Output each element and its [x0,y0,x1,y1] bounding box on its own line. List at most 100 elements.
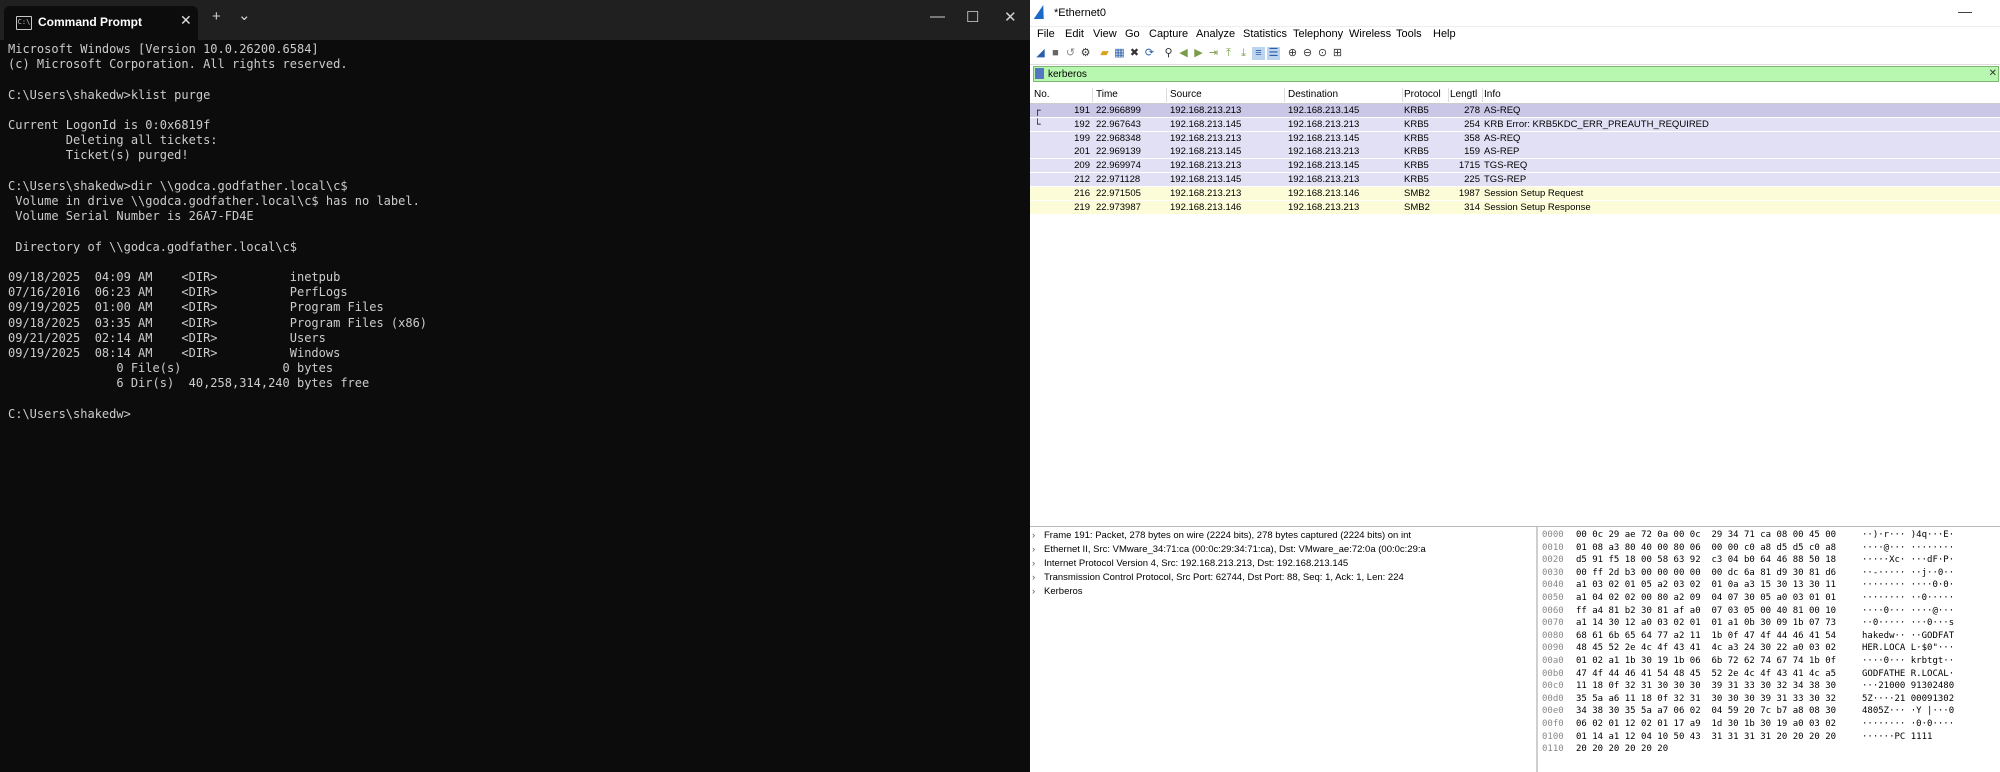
main-toolbar: ◢ ■ ↺ ⚙ ▰ ▦ ✖ ⟳ ⚲ ◀ ▶ ⇥ ⤒ ⤓ ≡ ☰ ⊕ ⊖ ⊙ ⊞ [1030,44,2000,65]
console-line: 09/18/2025 03:35 AM <DIR> Program Files … [8,315,428,330]
col-protocol[interactable]: Protocol [1404,89,1448,100]
hex-offset: 00b0 [1542,668,1564,679]
start-capture-icon[interactable]: ◢ [1034,47,1047,60]
hex-ascii: 5Z····21 00091302 [1862,693,1955,704]
packet-row[interactable]: └ 192 22.967643 192.168.213.145 192.168.213.… [1030,117,2000,131]
zoom-in-icon[interactable]: ⊕ [1286,47,1299,60]
menu-wireless[interactable]: Wireless [1349,28,1391,40]
tab-dropdown-icon[interactable]: ⌄ [238,6,251,24]
packet-row[interactable]: 199 22.968348 192.168.213.213 192.168.213.1… [1030,131,2000,145]
menu-statistics[interactable]: Statistics [1243,28,1287,40]
close-file-icon[interactable]: ✖ [1128,47,1141,60]
console-line: Volume Serial Number is 26A7-FD4E [8,209,254,224]
close-tab-icon[interactable]: ✕ [180,12,192,29]
go-back-icon[interactable]: ◀ [1177,47,1190,60]
go-to-packet-icon[interactable]: ⇥ [1207,47,1220,60]
col-length[interactable]: Lengtl [1450,89,1480,100]
detail-tree-item[interactable]: › Frame 191: Packet, 278 bytes on wire (2… [1032,529,1532,543]
packet-len: 314 [1464,201,1480,213]
menu-file[interactable]: File [1037,28,1055,40]
pane-divider[interactable] [1030,526,2000,527]
autoscroll-icon[interactable]: ≡ [1252,47,1265,60]
last-packet-icon[interactable]: ⤓ [1237,47,1250,60]
packet-info: Session Setup Request [1484,187,1584,199]
expand-arrow-icon[interactable]: › [1032,543,1044,557]
col-info[interactable]: Info [1484,89,1684,100]
packet-row[interactable]: ┌ 191 22.966899 192.168.213.213 192.168.213.… [1030,104,2000,117]
save-file-icon[interactable]: ▦ [1113,47,1126,60]
hex-bytes: 01 08 a3 80 40 00 80 06 00 00 c0 a8 d5 d… [1576,542,1837,553]
expand-arrow-icon[interactable]: › [1032,585,1044,599]
packet-row[interactable]: 216 22.971505 192.168.213.213 192.168.213.1… [1030,186,2000,200]
menu-edit[interactable]: Edit [1065,28,1084,40]
menu-view[interactable]: View [1093,28,1117,40]
packet-row[interactable]: 219 22.973987 192.168.213.146 192.168.213.2… [1030,200,2000,214]
zoom-reset-icon[interactable]: ⊙ [1316,47,1329,60]
hex-ascii: ········ ····0·0· [1862,580,1955,591]
packet-no: 209 [1074,160,1090,172]
zoom-out-icon[interactable]: ⊖ [1301,47,1314,60]
resize-columns-icon[interactable]: ⊞ [1331,47,1344,60]
packet-row[interactable]: 201 22.969139 192.168.213.145 192.168.213.2… [1030,145,2000,159]
packet-no: 201 [1074,146,1090,158]
minimize-icon[interactable]: — [1958,3,1972,19]
detail-label: Kerberos [1044,586,1083,597]
clear-filter-icon[interactable]: ✕ [1989,67,1997,81]
go-forward-icon[interactable]: ▶ [1192,47,1205,60]
restart-capture-icon[interactable]: ↺ [1064,47,1077,60]
hex-offset: 0060 [1542,605,1564,616]
expand-arrow-icon[interactable]: › [1032,571,1044,585]
expand-arrow-icon[interactable]: › [1032,557,1044,571]
packet-proto: KRB5 [1404,132,1429,144]
expand-arrow-icon[interactable]: › [1032,529,1044,543]
menu-go[interactable]: Go [1125,28,1140,40]
find-packet-icon[interactable]: ⚲ [1162,47,1175,60]
stop-capture-icon[interactable]: ■ [1049,47,1062,60]
detail-tree-item[interactable]: › Transmission Control Protocol, Src Port… [1032,571,1532,585]
cmd-tab[interactable]: C:\ Command Prompt ✕ [4,6,198,40]
hex-ascii: ····0··· ····@··· [1862,605,1955,616]
col-no[interactable]: No. [1034,89,1090,100]
col-destination[interactable]: Destination [1288,89,1368,100]
bookmark-icon[interactable] [1035,68,1044,79]
detail-tree-item[interactable]: › Kerberos [1032,585,1532,599]
hex-ascii: ······PC 1111 [1862,731,1955,742]
hex-offset: 0080 [1542,630,1564,641]
packet-details-pane: › Frame 191: Packet, 278 bytes on wire (2… [1030,529,1535,772]
menu-tools[interactable]: Tools [1396,28,1422,40]
close-window-icon[interactable]: ✕ [1004,8,1017,26]
maximize-icon[interactable]: ☐ [966,8,979,26]
console-line: 09/19/2025 08:14 AM <DIR> Windows [8,346,341,361]
pane-splitter[interactable] [1536,527,1538,772]
packet-info: AS-REP [1484,146,1520,158]
menu-capture[interactable]: Capture [1149,28,1188,40]
minimize-icon[interactable]: — [930,8,945,25]
col-time[interactable]: Time [1096,89,1176,100]
cmd-titlebar: C:\ Command Prompt ✕ + ⌄ — ☐ ✕ [0,0,1030,40]
reload-icon[interactable]: ⟳ [1143,47,1156,60]
hex-ascii: ·····Xc· ···dF·P· [1862,555,1955,566]
packet-time: 22.967643 [1096,118,1141,130]
hex-bytes: a1 04 02 02 00 80 a2 09 04 07 30 05 a0 0… [1576,593,1837,603]
col-source[interactable]: Source [1170,89,1250,100]
detail-tree-item[interactable]: › Internet Protocol Version 4, Src: 192.1… [1032,557,1532,571]
menu-telephony[interactable]: Telephony [1293,28,1343,40]
open-file-icon[interactable]: ▰ [1098,47,1111,60]
packet-len: 358 [1464,132,1480,144]
packet-list-header: No. Time Source Destination Protocol Len… [1030,87,2000,104]
capture-options-icon[interactable]: ⚙ [1079,47,1092,60]
packet-row[interactable]: 212 22.971128 192.168.213.145 192.168.213.2… [1030,173,2000,186]
colorize-icon[interactable]: ☰ [1267,47,1280,60]
menu-help[interactable]: Help [1433,28,1456,40]
display-filter-bar: ✕ [1033,66,1999,82]
hex-bytes: a1 14 30 12 a0 03 02 01 01 a1 0b 30 09 1… [1576,618,1837,629]
display-filter-input[interactable] [1048,67,1968,81]
menu-analyze[interactable]: Analyze [1196,28,1235,40]
first-packet-icon[interactable]: ⤒ [1222,47,1235,60]
console-output[interactable]: Microsoft Windows [Version 10.0.26200.65… [8,42,427,422]
new-tab-icon[interactable]: + [212,8,221,25]
detail-tree-item[interactable]: › Ethernet II, Src: VMware_34:71:ca (00:0… [1032,543,1532,557]
packet-row[interactable]: 209 22.969974 192.168.213.213 192.168.213.1… [1030,159,2000,173]
